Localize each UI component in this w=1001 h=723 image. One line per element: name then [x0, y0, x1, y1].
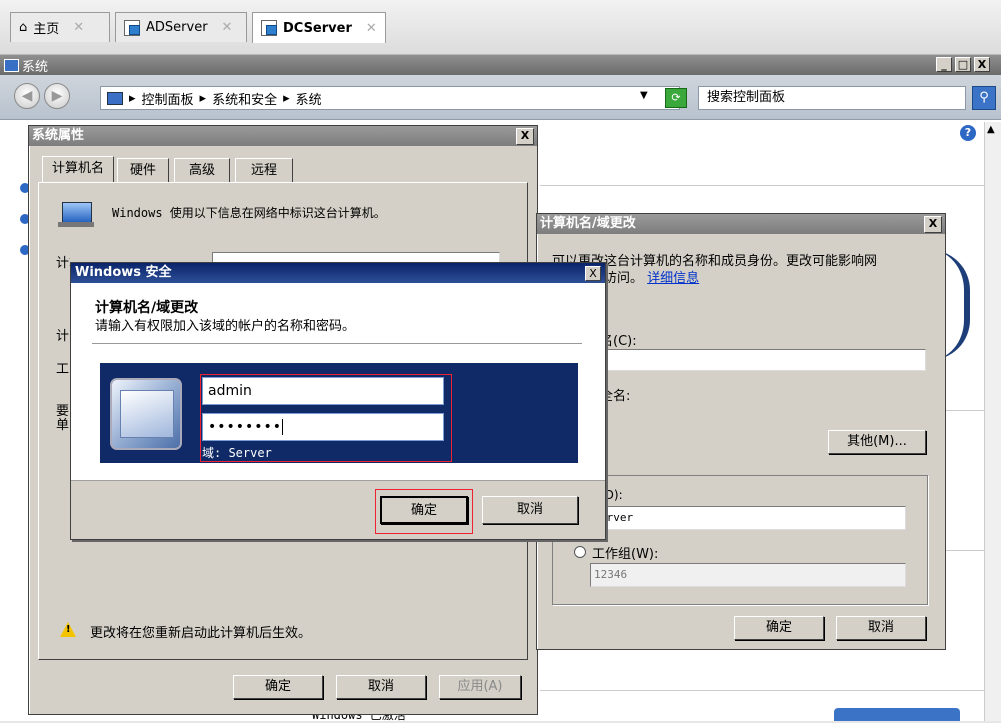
username-input[interactable]: admin [202, 377, 444, 405]
domain-hint: 域: Server [202, 446, 272, 460]
details-link[interactable]: 详细信息 [647, 271, 699, 286]
info-text: Windows 使用以下信息在网络中标识这台计算机。 [112, 206, 386, 220]
scroll-up-icon[interactable]: ▲ [987, 124, 995, 135]
breadcrumb-security[interactable]: 系统和安全 [212, 89, 277, 108]
window-titlebar: 系统 [0, 55, 1001, 75]
close-button[interactable]: X [924, 216, 942, 233]
tab-label: ADServer [146, 20, 208, 35]
dialog-title: 计算机名/域更改 [540, 216, 636, 231]
text-cursor [282, 419, 284, 435]
apply-button[interactable]: 应用(A) [439, 675, 521, 699]
computer-icon [58, 200, 96, 228]
close-button[interactable]: X [974, 57, 990, 72]
computer-name-field[interactable]: r [596, 349, 926, 371]
tab-advanced[interactable]: 高级 [174, 158, 230, 183]
tab-label: 主页 [33, 22, 60, 37]
tab-home[interactable]: ⌂ 主页 ✕ [10, 12, 110, 42]
tab-label: DCServer [283, 20, 352, 36]
refresh-icon[interactable]: ⟳ [665, 88, 687, 108]
close-icon[interactable]: ✕ [366, 21, 377, 36]
cancel-button[interactable]: 取消 [336, 675, 426, 699]
monitor-icon [107, 91, 123, 105]
close-button[interactable]: X [516, 128, 534, 145]
vm-icon [124, 19, 140, 36]
breadcrumb-control-panel[interactable]: 控制面板 [142, 89, 194, 108]
help-icon[interactable]: ? [960, 125, 976, 141]
breadcrumb-separator: ▸ [199, 90, 207, 106]
domain-field[interactable]: erver [596, 506, 906, 530]
workgroup-label: 工 [56, 362, 70, 377]
security-heading: 计算机名/域更改 [95, 300, 199, 316]
back-button[interactable]: ◀ [14, 83, 40, 109]
rename-label-2: 单 [56, 418, 70, 433]
workgroup-field[interactable]: 12346 [590, 563, 906, 587]
window-title: 系统 [22, 59, 49, 75]
password-input[interactable]: •••••••• [202, 413, 444, 441]
security-subheading: 请输入有权限加入该域的帐户的名称和密码。 [95, 319, 356, 334]
divider [540, 185, 985, 186]
user-tile-icon [110, 378, 182, 450]
tab-dcserver[interactable]: DCServer ✕ [252, 12, 386, 43]
dialog-titlebar: 系统属性 X [29, 126, 537, 146]
forward-button[interactable]: ▶ [44, 83, 70, 109]
tab-adserver[interactable]: ADServer ✕ [115, 12, 247, 42]
change-key-button[interactable] [834, 708, 960, 721]
workgroup-radio-label: 工作组(W): [592, 547, 659, 562]
search-input[interactable]: 搜索控制面板 [698, 86, 966, 110]
fullname-label: 计 [56, 329, 70, 344]
vertical-scrollbar[interactable] [984, 122, 1001, 721]
tab-remote[interactable]: 远程 [235, 158, 293, 183]
close-button[interactable]: X [585, 266, 601, 281]
dropdown-arrow-icon[interactable]: ▼ [640, 90, 648, 101]
warning-icon: ! [60, 622, 76, 637]
dialog-title: Windows 安全 [75, 265, 172, 280]
dialog-titlebar: 计算机名/域更改 X [537, 214, 945, 234]
close-icon[interactable]: ✕ [222, 20, 233, 35]
password-mask: •••••••• [208, 419, 283, 435]
workgroup-radio[interactable] [574, 546, 586, 558]
ok-button[interactable]: 确定 [734, 616, 824, 640]
cancel-button[interactable]: 取消 [482, 496, 578, 524]
tab-hardware[interactable]: 硬件 [117, 158, 169, 183]
tab-computer-name[interactable]: 计算机名 [42, 156, 114, 183]
more-button[interactable]: 其他(M)... [828, 430, 926, 454]
search-icon[interactable]: ⚲ [972, 86, 996, 110]
restart-warning: 更改将在您重新启动此计算机后生效。 [90, 626, 312, 641]
divider [92, 343, 582, 344]
breadcrumb-separator: ▸ [129, 90, 136, 106]
vm-icon [261, 20, 277, 36]
system-icon [4, 58, 19, 72]
minimize-button[interactable]: _ [936, 57, 952, 72]
maximize-button[interactable]: □ [955, 57, 971, 72]
cancel-button[interactable]: 取消 [836, 616, 926, 640]
ok-button[interactable]: 确定 [380, 496, 468, 524]
breadcrumb-separator: ▸ [283, 90, 290, 106]
ok-button[interactable]: 确定 [233, 675, 323, 699]
close-icon[interactable]: ✕ [73, 20, 84, 35]
divider [540, 690, 985, 691]
dialog-titlebar: Windows 安全 [71, 263, 605, 283]
computer-description-label: 计算机描述(D): [56, 256, 70, 271]
dialog-title: 系统属性 [32, 128, 85, 143]
address-input[interactable]: ▸ 控制面板 ▸ 系统和安全 ▸ 系统 [100, 86, 680, 110]
breadcrumb-system[interactable]: 系统 [296, 89, 322, 108]
home-icon: ⌂ [19, 20, 28, 35]
